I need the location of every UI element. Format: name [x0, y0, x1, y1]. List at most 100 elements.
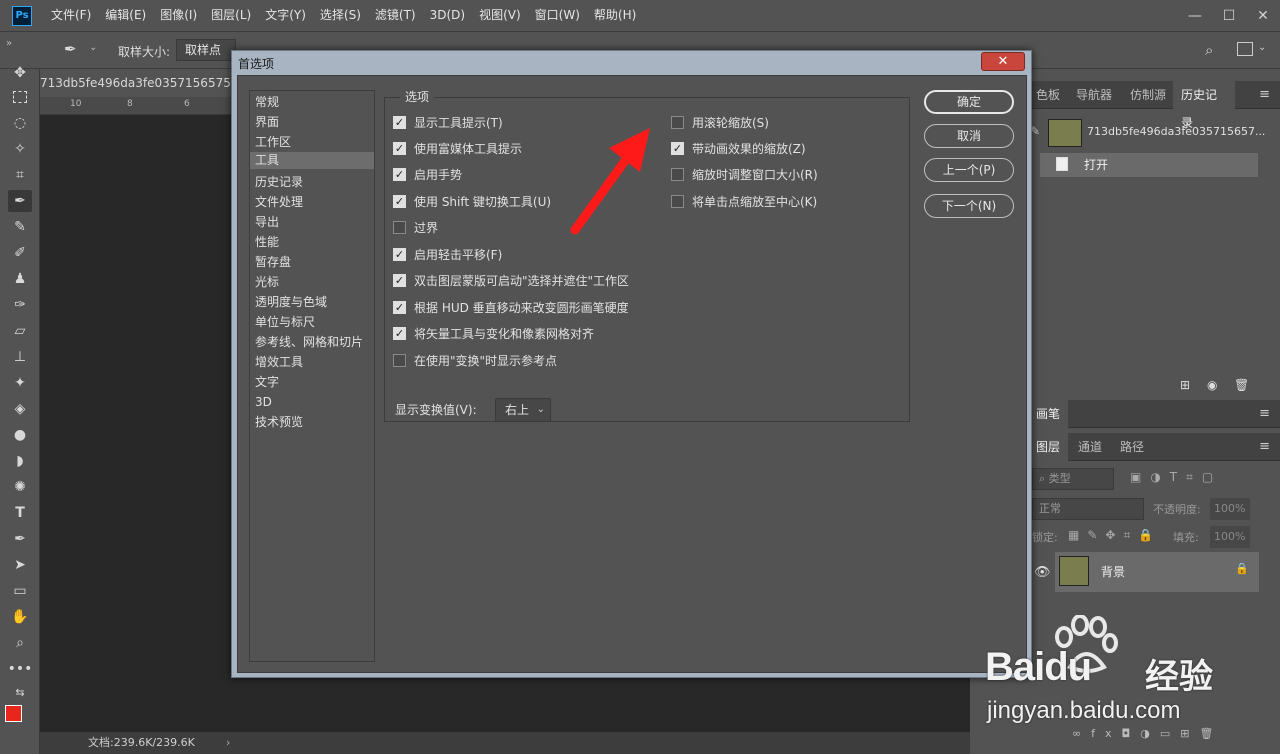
- tool-preset-chevron-icon[interactable]: ⌄: [89, 42, 97, 53]
- checkbox[interactable]: [671, 167, 684, 181]
- history-snapshot-label[interactable]: 713db5fe496da3fe035715657...: [1087, 125, 1265, 138]
- category-export[interactable]: 导出: [250, 212, 374, 232]
- layer-row-background[interactable]: 背景 🔒: [1055, 552, 1259, 592]
- option-snap-vector-tools[interactable]: ✓ 将矢量工具与变化和像素网格对齐: [393, 323, 594, 343]
- checkbox[interactable]: [393, 220, 406, 234]
- eraser-tool-icon[interactable]: ▱: [8, 320, 32, 342]
- category-history-log[interactable]: 历史记录: [250, 172, 374, 192]
- stamp-tool-icon[interactable]: ⊥: [8, 346, 32, 368]
- category-3d[interactable]: 3D: [250, 392, 374, 412]
- category-scratch-disks[interactable]: 暂存盘: [250, 252, 374, 272]
- layer-filter-icons[interactable]: ▣◑T⌗▢: [1130, 470, 1222, 485]
- menu-view[interactable]: 视图(V): [472, 0, 528, 31]
- tab-paths[interactable]: 路径: [1112, 433, 1152, 461]
- category-technology-previews[interactable]: 技术预览: [250, 412, 374, 432]
- move-tool-icon[interactable]: ✥: [8, 62, 32, 84]
- checkbox[interactable]: ✓: [393, 300, 406, 314]
- workspace-chevron-icon[interactable]: ⌄: [1258, 42, 1266, 53]
- layer-filter-select[interactable]: ⌕ 类型: [1032, 468, 1114, 490]
- checkbox[interactable]: [671, 194, 684, 208]
- option-zoom-clicked-point[interactable]: 将单击点缩放至中心(K): [671, 191, 817, 211]
- marquee-tool-icon[interactable]: [8, 86, 32, 108]
- brush-tool-icon[interactable]: ✐: [8, 242, 32, 264]
- option-zoom-resize-windows[interactable]: 缩放时调整窗口大小(R): [671, 164, 818, 184]
- checkbox[interactable]: [393, 353, 406, 367]
- menu-file[interactable]: 文件(F): [44, 0, 98, 31]
- menu-select[interactable]: 选择(S): [313, 0, 368, 31]
- snapshot-camera-icon[interactable]: ◉: [1207, 378, 1217, 392]
- menu-help[interactable]: 帮助(H): [587, 0, 643, 31]
- category-plugins[interactable]: 增效工具: [250, 352, 374, 372]
- history-brush-tool-icon[interactable]: ✑: [8, 294, 32, 316]
- shape-tool-icon[interactable]: ▭: [8, 580, 32, 602]
- menu-image[interactable]: 图像(I): [153, 0, 204, 31]
- previous-button[interactable]: 上一个(P): [924, 158, 1014, 182]
- pen-tool-icon[interactable]: ✒: [8, 528, 32, 550]
- category-general[interactable]: 常规: [250, 92, 374, 112]
- opacity-input[interactable]: 100%: [1210, 498, 1250, 520]
- tab-history[interactable]: 历史记录: [1173, 81, 1235, 130]
- option-overscroll[interactable]: 过界: [393, 217, 438, 237]
- option-rich-tooltips[interactable]: ✓ 使用富媒体工具提示: [393, 138, 522, 158]
- category-transparency-gamut[interactable]: 透明度与色域: [250, 292, 374, 312]
- tab-brush[interactable]: 画笔: [1028, 400, 1068, 428]
- swap-colors-icon[interactable]: ⇆: [8, 681, 32, 703]
- crop-tool-icon[interactable]: ⌗: [8, 164, 32, 186]
- category-cursors[interactable]: 光标: [250, 272, 374, 292]
- foreground-color-swatch[interactable]: [5, 705, 22, 722]
- minimize-icon[interactable]: —: [1178, 0, 1212, 31]
- status-menu-chevron-icon[interactable]: ›: [226, 732, 230, 754]
- lock-icon[interactable]: 🔒: [1235, 562, 1249, 575]
- blur-tool-icon[interactable]: ●: [8, 424, 32, 446]
- tab-layers[interactable]: 图层: [1028, 433, 1068, 461]
- menu-edit[interactable]: 编辑(E): [98, 0, 153, 31]
- checkbox[interactable]: ✓: [393, 167, 406, 181]
- menu-layer[interactable]: 图层(L): [204, 0, 258, 31]
- tab-channels[interactable]: 通道: [1070, 433, 1110, 461]
- panel-menu-icon[interactable]: ≡: [1259, 439, 1270, 454]
- lock-options-icons[interactable]: ▦✎✥⌗🔒: [1068, 528, 1161, 543]
- category-file-handling[interactable]: 文件处理: [250, 192, 374, 212]
- category-tools[interactable]: 工具: [250, 152, 374, 169]
- gradient-tool-icon[interactable]: ✦: [8, 372, 32, 394]
- menu-window[interactable]: 窗口(W): [528, 0, 587, 31]
- category-workspace[interactable]: 工作区: [250, 132, 374, 152]
- document-tab[interactable]: 713db5fe496da3fe03571565752ff52f.j: [40, 69, 273, 97]
- option-show-reference-point[interactable]: 在使用"变换"时显示参考点: [393, 350, 557, 370]
- category-units-rulers[interactable]: 单位与标尺: [250, 312, 374, 332]
- canvas-area[interactable]: [40, 115, 240, 732]
- option-animated-zoom[interactable]: ✓ 带动画效果的缩放(Z): [671, 138, 806, 158]
- zoom-tool-icon[interactable]: ⌕: [8, 632, 32, 654]
- eyedropper-tool-icon[interactable]: ✒: [64, 40, 77, 58]
- cancel-button[interactable]: 取消: [924, 124, 1014, 148]
- panel-menu-icon[interactable]: ≡: [1259, 87, 1270, 102]
- maximize-icon[interactable]: ☐: [1212, 0, 1246, 31]
- sponge-tool-icon[interactable]: ✺: [8, 476, 32, 498]
- transform-values-select[interactable]: 右上 ⌄: [495, 398, 551, 422]
- option-flick-panning[interactable]: ✓ 启用轻击平移(F): [393, 244, 502, 264]
- collapse-arrows-icon[interactable]: »: [6, 38, 12, 49]
- checkbox[interactable]: ✓: [393, 326, 406, 340]
- category-guides-grid-slices[interactable]: 参考线、网格和切片: [250, 332, 374, 352]
- checkbox[interactable]: ✓: [393, 273, 406, 287]
- eyedropper-tool-icon[interactable]: ✒: [8, 190, 32, 212]
- type-tool-icon[interactable]: T: [8, 502, 32, 524]
- menu-type[interactable]: 文字(Y): [258, 0, 313, 31]
- option-zoom-scroll-wheel[interactable]: 用滚轮缩放(S): [671, 112, 769, 132]
- menu-filter[interactable]: 滤镜(T): [368, 0, 423, 31]
- search-icon[interactable]: ⌕: [1205, 41, 1213, 59]
- ok-button[interactable]: 确定: [924, 90, 1014, 114]
- category-type[interactable]: 文字: [250, 372, 374, 392]
- hand-tool-icon[interactable]: ✋: [8, 606, 32, 628]
- history-item-open[interactable]: 打开: [1040, 153, 1258, 177]
- close-window-icon[interactable]: ✕: [1246, 0, 1280, 31]
- clone-stamp-tool-icon[interactable]: ♟: [8, 268, 32, 290]
- menu-3d[interactable]: 3D(D): [423, 0, 472, 31]
- healing-brush-tool-icon[interactable]: ✎: [8, 216, 32, 238]
- checkbox[interactable]: ✓: [393, 115, 406, 129]
- blend-mode-select[interactable]: 正常: [1032, 498, 1144, 520]
- category-performance[interactable]: 性能: [250, 232, 374, 252]
- tab-navigator[interactable]: 导航器: [1068, 81, 1120, 109]
- option-shift-switch-tool[interactable]: ✓ 使用 Shift 键切换工具(U): [393, 191, 551, 211]
- checkbox[interactable]: ✓: [393, 247, 406, 261]
